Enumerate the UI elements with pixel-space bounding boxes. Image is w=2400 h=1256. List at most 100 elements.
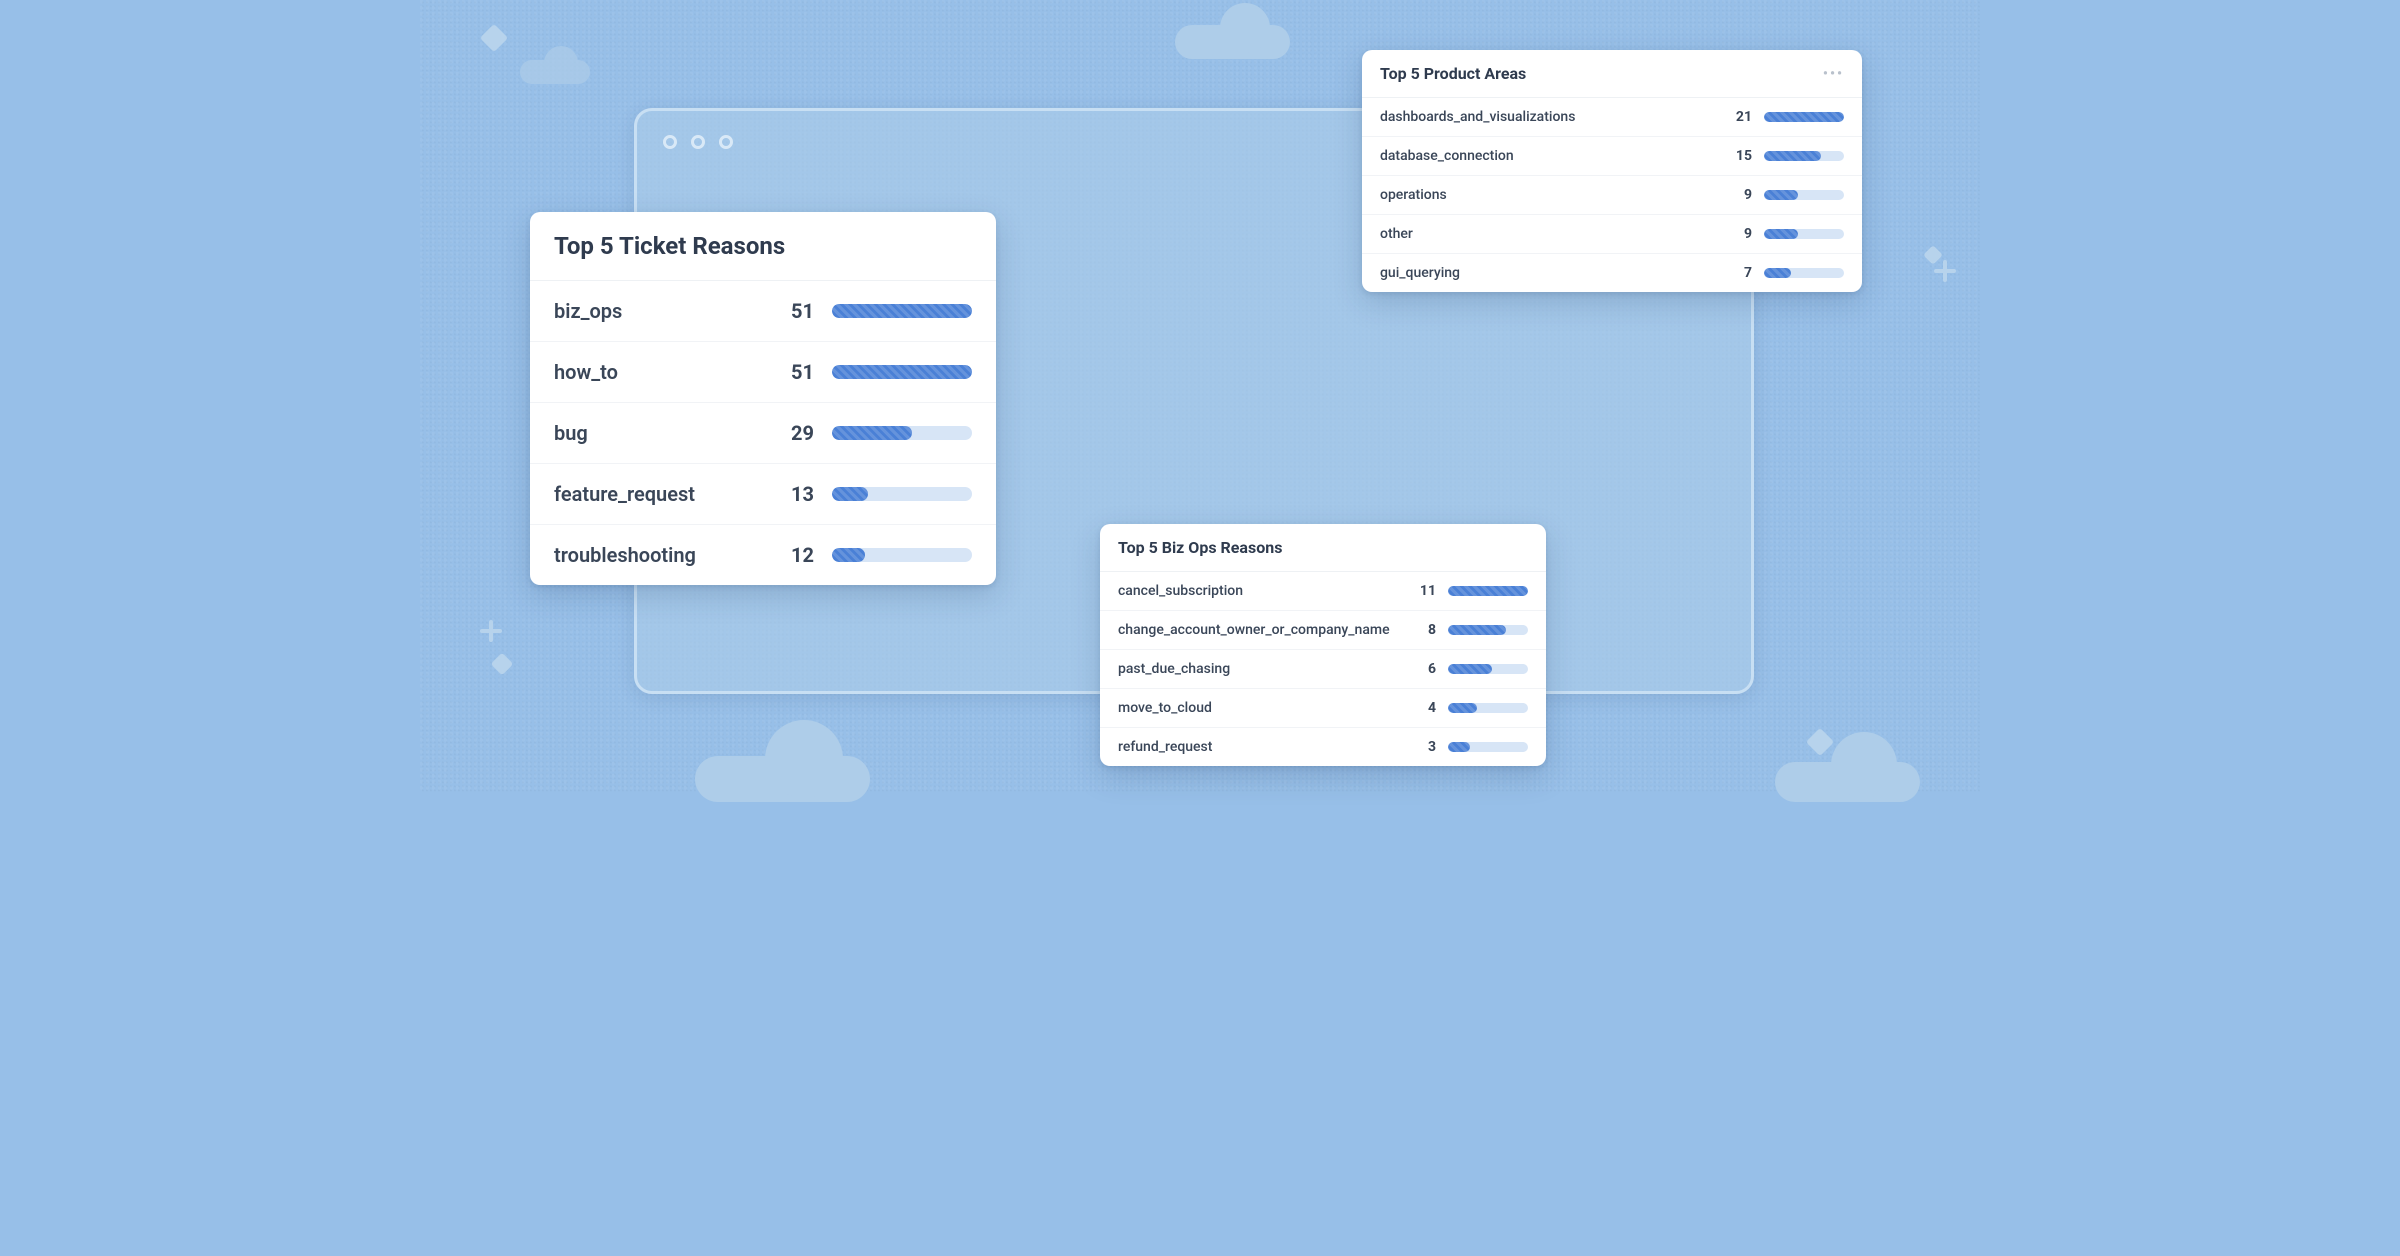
row-value: 12 [780,543,814,567]
row-value: 21 [1730,109,1752,125]
bar-fill [832,365,972,379]
card-menu-button[interactable]: ••• [1823,66,1844,82]
bar-chart-cell [1448,703,1528,713]
window-dot-icon [719,135,733,149]
row-label: bug [554,421,762,445]
bar-chart-cell [1764,190,1844,200]
sparkle-icon [491,653,514,676]
table-row: troubleshooting 12 [530,525,996,585]
bar-fill [1764,229,1798,239]
bar-chart-cell [832,487,972,501]
card-header: Top 5 Biz Ops Reasons [1100,524,1546,572]
bar-chart-cell [1448,742,1528,752]
row-label: database_connection [1380,148,1718,164]
row-label: biz_ops [554,299,762,323]
row-value: 3 [1414,739,1436,755]
row-value: 7 [1730,265,1752,281]
row-value: 8 [1414,622,1436,638]
row-value: 11 [1414,583,1436,599]
table-row: gui_querying 7 [1362,254,1862,292]
table-row: refund_request 3 [1100,728,1546,766]
row-value: 29 [780,421,814,445]
bar-chart-cell [832,548,972,562]
window-dot-icon [663,135,677,149]
bar-fill [832,487,868,501]
window-dot-icon [691,135,705,149]
bar-fill [1764,190,1798,200]
card-header: Top 5 Ticket Reasons [530,212,996,281]
row-value: 51 [780,360,814,384]
table-row: cancel_subscription 11 [1100,572,1546,611]
table-row: change_account_owner_or_company_name 8 [1100,611,1546,650]
row-label: how_to [554,360,762,384]
bar-fill [1448,586,1528,596]
plus-icon [480,620,502,642]
card-product-areas: Top 5 Product Areas ••• dashboards_and_v… [1362,50,1862,292]
row-value: 51 [780,299,814,323]
card-biz-ops-reasons: Top 5 Biz Ops Reasons cancel_subscriptio… [1100,524,1546,766]
bar-chart-cell [832,426,972,440]
bar-chart-cell [1764,151,1844,161]
bar-chart-cell [1448,625,1528,635]
table-row: move_to_cloud 4 [1100,689,1546,728]
table-row: other 9 [1362,215,1862,254]
cloud-icon [520,60,590,84]
row-label: dashboards_and_visualizations [1380,109,1718,125]
card-rows: cancel_subscription 11 change_account_owne… [1100,572,1546,766]
row-label: feature_request [554,482,762,506]
bar-chart-cell [832,304,972,318]
row-label: refund_request [1118,739,1402,755]
row-value: 9 [1730,226,1752,242]
row-label: change_account_owner_or_company_name [1118,622,1402,638]
bar-fill [832,304,972,318]
table-row: past_due_chasing 6 [1100,650,1546,689]
bar-chart-cell [832,365,972,379]
bar-fill [1448,664,1492,674]
card-rows: biz_ops 51 how_to 51 bug 29 feature_request 13 t… [530,281,996,585]
sparkle-icon [1806,728,1834,756]
card-title: Top 5 Ticket Reasons [554,232,785,260]
table-row: operations 9 [1362,176,1862,215]
table-row: dashboards_and_visualizations 21 [1362,98,1862,137]
bar-chart-cell [1764,268,1844,278]
stage: Top 5 Ticket Reasons biz_ops 51 how_to 51 bu… [420,0,1980,792]
table-row: database_connection 15 [1362,137,1862,176]
card-title: Top 5 Biz Ops Reasons [1118,538,1282,557]
bar-chart-cell [1448,664,1528,674]
card-rows: dashboards_and_visualizations 21 database_… [1362,98,1862,292]
bar-fill [832,426,912,440]
bar-fill [1764,151,1821,161]
row-value: 13 [780,482,814,506]
cloud-icon [1175,25,1290,59]
row-value: 9 [1730,187,1752,203]
table-row: feature_request 13 [530,464,996,525]
row-value: 6 [1414,661,1436,677]
card-title: Top 5 Product Areas [1380,64,1526,83]
table-row: biz_ops 51 [530,281,996,342]
bar-fill [832,548,865,562]
bar-fill [1448,703,1477,713]
row-label: gui_querying [1380,265,1718,281]
bar-chart-cell [1764,229,1844,239]
row-label: operations [1380,187,1718,203]
row-label: past_due_chasing [1118,661,1402,677]
row-value: 4 [1414,700,1436,716]
card-header: Top 5 Product Areas ••• [1362,50,1862,98]
row-label: troubleshooting [554,543,762,567]
cloud-icon [695,756,870,802]
table-row: bug 29 [530,403,996,464]
bar-fill [1764,112,1844,122]
bar-chart-cell [1448,586,1528,596]
row-label: other [1380,226,1718,242]
row-value: 15 [1730,148,1752,164]
window-traffic-lights [663,135,733,149]
cloud-icon [1775,762,1920,802]
plus-icon [1934,260,1956,282]
bar-fill [1764,268,1791,278]
row-label: cancel_subscription [1118,583,1402,599]
row-label: move_to_cloud [1118,700,1402,716]
sparkle-icon [480,24,508,52]
table-row: how_to 51 [530,342,996,403]
bar-fill [1448,742,1470,752]
bar-chart-cell [1764,112,1844,122]
